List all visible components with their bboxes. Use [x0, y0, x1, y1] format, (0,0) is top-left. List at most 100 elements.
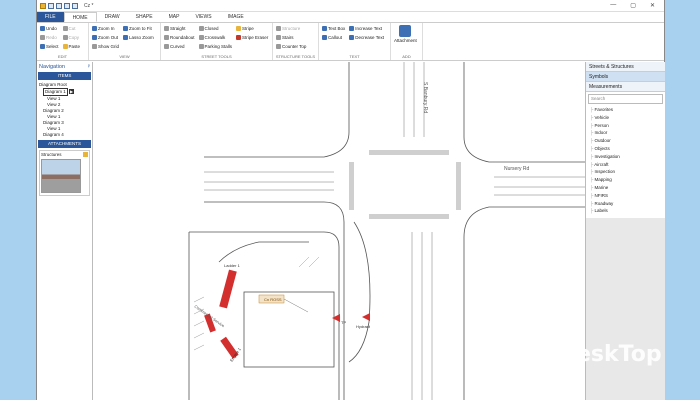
- add-group: Attachment ADD: [391, 23, 423, 60]
- section-measurements[interactable]: Measurements: [586, 82, 665, 92]
- undo-button[interactable]: Undo: [40, 24, 59, 32]
- stairs-icon: [276, 34, 281, 40]
- symbol-search-input[interactable]: Search: [588, 94, 663, 104]
- straight-button[interactable]: Straight: [164, 24, 195, 32]
- category-item[interactable]: NFIRS: [590, 192, 665, 200]
- category-item[interactable]: Vehicle: [590, 114, 665, 122]
- driveway-edge: [218, 241, 309, 263]
- view-group-label: VIEW: [119, 54, 130, 59]
- counter-top-button[interactable]: Counter Top: [276, 42, 306, 50]
- structure-button[interactable]: Structure: [276, 24, 306, 32]
- zoom-out-button[interactable]: Zoom Out: [92, 33, 119, 41]
- category-item[interactable]: Investigation: [590, 153, 665, 161]
- text-group-label: TEXT: [349, 54, 360, 59]
- category-item[interactable]: Indoor: [590, 129, 665, 137]
- stripe-eraser-button[interactable]: Stripe Eraser: [236, 33, 268, 41]
- view-group: Zoom In Zoom Out Show Grid Zoom to Fit L…: [89, 23, 161, 60]
- title-bar: Cz * — ▢ ✕: [37, 0, 664, 12]
- intersection-diagram[interactable]: Cn ROSS S Banbury Rd Nursery Rd Commerci…: [94, 62, 585, 400]
- road-label-east[interactable]: Nursery Rd: [504, 166, 530, 172]
- hydrant-marker[interactable]: [332, 314, 340, 322]
- crosswalk-button[interactable]: Crosswalk: [198, 33, 233, 41]
- category-item[interactable]: Outdoor: [590, 137, 665, 145]
- text-box-button[interactable]: Text Box: [322, 24, 345, 32]
- save-icon[interactable]: [64, 2, 70, 9]
- attachment-item[interactable]: Structures: [39, 150, 90, 196]
- tab-file[interactable]: FILE: [37, 12, 64, 22]
- copy-icon: [62, 34, 68, 40]
- copy-button[interactable]: Copy: [62, 33, 81, 41]
- stairs-button[interactable]: Stairs: [276, 33, 306, 41]
- play-icon[interactable]: ▶: [69, 89, 75, 94]
- close-button[interactable]: ✕: [650, 2, 655, 9]
- crosswalk-south[interactable]: [369, 214, 449, 219]
- tab-draw[interactable]: DRAW: [97, 12, 128, 22]
- parking-stalls: [193, 256, 320, 351]
- category-item[interactable]: Favorites: [590, 106, 665, 114]
- zoom-to-fit-button[interactable]: Zoom to Fit: [123, 24, 154, 32]
- diagram-canvas[interactable]: Cn ROSS S Banbury Rd Nursery Rd Commerci…: [94, 62, 585, 400]
- symbols-panel: Streets & Structures Symbols Measurement…: [585, 62, 665, 400]
- parking-stall: [193, 332, 205, 339]
- select-button[interactable]: Select: [40, 42, 59, 50]
- crosswalk-icon: [198, 34, 204, 40]
- section-symbols[interactable]: Symbols: [586, 72, 665, 82]
- road-label-north[interactable]: S Banbury Rd: [422, 82, 428, 113]
- stripe-button[interactable]: Stripe: [236, 24, 268, 32]
- paste-button[interactable]: Paste: [62, 42, 80, 50]
- curved-button[interactable]: Curved: [164, 42, 195, 50]
- hydrant-marker[interactable]: [362, 313, 370, 321]
- parking-stalls-button[interactable]: Parking Stalls: [198, 42, 232, 50]
- new-icon[interactable]: [48, 2, 54, 9]
- street-tools-label: STREET TOOLS: [201, 54, 232, 59]
- panel-empty-area: [586, 218, 665, 400]
- category-item[interactable]: Person: [590, 122, 665, 130]
- category-item[interactable]: Aircraft: [590, 161, 665, 169]
- hydrant-label[interactable]: Hydrant: [356, 324, 371, 329]
- ladder-truck[interactable]: [219, 269, 237, 309]
- crosswalk-west[interactable]: [349, 162, 354, 210]
- attachment-badge-icon: [83, 152, 88, 157]
- closed-button[interactable]: Closed: [198, 24, 233, 32]
- diagram-tree: Diagram Root Diagram 1 ▶ View 1 View 2 D…: [37, 81, 92, 139]
- zoom-in-button[interactable]: Zoom In: [92, 24, 119, 32]
- category-item[interactable]: Roadway: [590, 200, 665, 208]
- undo-icon: [40, 25, 45, 31]
- minimize-button[interactable]: —: [610, 2, 616, 9]
- crosswalk-east[interactable]: [456, 162, 461, 210]
- decrease-text-button[interactable]: Decrease Text: [349, 33, 384, 41]
- roundabout-button[interactable]: Roundabout: [164, 33, 195, 41]
- open-icon[interactable]: [56, 2, 62, 9]
- vehicle-label-ladder[interactable]: Ladder 1: [224, 263, 241, 268]
- category-item[interactable]: Inspection: [590, 168, 665, 176]
- cut-button[interactable]: Cut: [62, 24, 81, 32]
- pin-icon[interactable]: ᵖ: [88, 64, 90, 70]
- tab-shape[interactable]: SHAPE: [128, 12, 161, 22]
- category-item[interactable]: Objects: [590, 145, 665, 153]
- tab-map[interactable]: MAP: [161, 12, 188, 22]
- category-item[interactable]: Marine: [590, 184, 665, 192]
- print-icon[interactable]: [72, 2, 78, 9]
- category-item[interactable]: Labels: [590, 207, 665, 215]
- tab-home[interactable]: HOME: [63, 12, 97, 22]
- attachment-thumbnail[interactable]: [41, 159, 81, 193]
- tab-image[interactable]: IMAGE: [220, 12, 252, 22]
- tree-item[interactable]: Diagram 1 ▶: [39, 88, 90, 96]
- maximize-button[interactable]: ▢: [630, 2, 636, 9]
- building-label[interactable]: TP: [341, 320, 346, 325]
- structure-icon: [276, 25, 281, 31]
- redo-button[interactable]: Redo: [40, 33, 59, 41]
- building-outline[interactable]: [243, 291, 335, 368]
- tab-views[interactable]: VIEWS: [187, 12, 219, 22]
- category-item[interactable]: Mapping: [590, 176, 665, 184]
- section-streets-structures[interactable]: Streets & Structures: [586, 62, 665, 72]
- callout-button[interactable]: Callout: [322, 33, 345, 41]
- cut-icon: [62, 25, 68, 31]
- tree-item[interactable]: Diagram 4: [39, 132, 90, 138]
- crosswalk-north[interactable]: [369, 150, 449, 155]
- attachment-name: Structures: [41, 152, 62, 157]
- navigation-header: Navigation ᵖ: [37, 62, 92, 71]
- increase-text-button[interactable]: Increase Text: [349, 24, 384, 32]
- lasso-zoom-button[interactable]: Lasso Zoom: [123, 33, 154, 41]
- show-grid-button[interactable]: Show Grid: [92, 42, 119, 50]
